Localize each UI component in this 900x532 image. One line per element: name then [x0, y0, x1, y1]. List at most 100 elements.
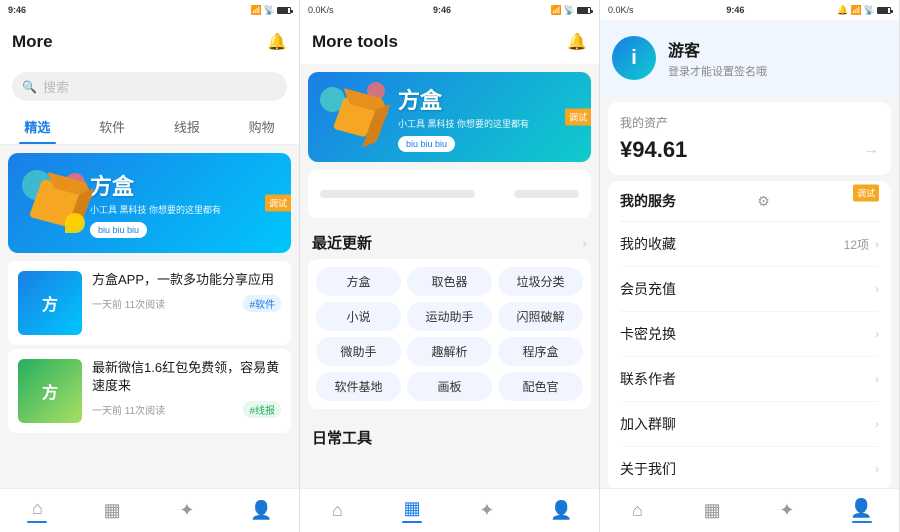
chevron-icon-exchange: ›	[875, 327, 879, 341]
daily-tools-title: 日常工具	[312, 427, 372, 448]
banner-text-1: 方盒 小工具 黑科技 你想要的这里都有 biu biu biu	[90, 169, 279, 238]
nav-home-3[interactable]: ⌂	[600, 489, 675, 532]
tools-icon-2: ✦	[479, 500, 494, 521]
article-tag-2: #线报	[243, 401, 281, 418]
tag-item-lajifenlei[interactable]: 垃圾分类	[498, 267, 583, 296]
profile-icon-1: 👤	[250, 500, 272, 521]
gear-icon[interactable]: ⚙	[757, 193, 770, 210]
bottom-nav-2: ⌂ ▦ ✦ 👤	[300, 488, 599, 532]
search-icon-1: 🔍	[22, 80, 37, 94]
panel1-content: 方盒 小工具 黑科技 你想要的这里都有 biu biu biu 调试 方 方盒A…	[0, 145, 299, 488]
article-thumb-2: 方	[18, 359, 82, 423]
assets-arrow[interactable]: →	[863, 141, 879, 159]
service-right-favorites: 12项 ›	[844, 236, 879, 253]
assets-card[interactable]: 我的资产 ¥94.61 →	[608, 102, 891, 175]
article-meta-1: 一天前 11次阅读 #软件	[92, 295, 281, 312]
banner-btn-1[interactable]: biu biu biu	[90, 222, 147, 238]
nav-home-1[interactable]: ⌂	[0, 489, 75, 532]
tag-item-fanghe[interactable]: 方盒	[316, 267, 401, 296]
banner-subtitle-1: 小工具 黑科技 你想要的这里都有	[90, 203, 279, 216]
search-bar-1: 🔍 搜索	[0, 64, 299, 109]
article-item-2[interactable]: 方 最新微信1.6红包免费领，容易黄速度来 一天前 11次阅读 #线报	[8, 349, 291, 433]
nav-profile-2[interactable]: 👤	[524, 489, 599, 532]
status-icons-2: 📶 📡	[551, 5, 591, 16]
service-row-exchange[interactable]: 卡密兑换 ›	[620, 312, 879, 357]
status-bar-1: 9:46 📶 📡	[0, 0, 299, 20]
tools-icon-1: ✦	[179, 500, 194, 521]
network-speed-2: 0.0K/s	[308, 5, 334, 15]
status-icons-3: 🔔 📶 📡	[837, 5, 891, 16]
tab-deals[interactable]: 线报	[150, 109, 225, 144]
search-input-wrap-1[interactable]: 🔍 搜索	[12, 72, 287, 101]
bell-icon-3: 🔔	[837, 5, 848, 16]
tab-software[interactable]: 软件	[75, 109, 150, 144]
article-title-2: 最新微信1.6红包免费领，容易黄速度来	[92, 359, 281, 395]
debug-badge-2[interactable]: 调试	[565, 109, 591, 126]
nav-home-2[interactable]: ⌂	[300, 489, 375, 532]
tag-item-peiseguan[interactable]: 配色官	[498, 372, 583, 401]
service-row-about[interactable]: 关于我们 ›	[620, 447, 879, 488]
battery-icon-1	[277, 7, 291, 14]
recent-update-title: 最近更新	[312, 232, 372, 253]
service-row-vip[interactable]: 会员充值 ›	[620, 267, 879, 312]
avatar: i	[612, 36, 656, 80]
banner-text-2: 方盒 小工具 黑科技 你想要的这里都有 biu biu biu	[398, 83, 579, 152]
article-title-1: 方盒APP，一款多功能分享应用	[92, 271, 281, 289]
status-left-3: 0.0K/s	[608, 5, 634, 15]
notification-bell-2[interactable]: 🔔	[567, 32, 587, 52]
tag-item-weizhu[interactable]: 微助手	[316, 337, 401, 366]
article-meta-2: 一天前 11次阅读 #线报	[92, 401, 281, 418]
tag-item-huaban[interactable]: 画板	[407, 372, 492, 401]
bottom-nav-3: ⌂ ▦ ✦ 👤	[600, 488, 899, 532]
debug-badge-3[interactable]: 调试	[853, 184, 879, 201]
nav-profile-1[interactable]: 👤	[224, 489, 299, 532]
page-title-2: More tools	[312, 32, 398, 52]
service-row-contact[interactable]: 联系作者 ›	[620, 357, 879, 402]
service-row-favorites[interactable]: 我的收藏 12项 ›	[620, 222, 879, 267]
header-2: More tools 🔔	[300, 20, 599, 64]
wifi-icon-2: 📡	[564, 5, 575, 16]
nav-grid-3[interactable]: ▦	[675, 489, 750, 532]
signal-icon-2: 📶	[551, 5, 562, 16]
tag-item-xiaoshuo[interactable]: 小说	[316, 302, 401, 331]
service-card-header: 我的服务 ⚙ 调试	[620, 181, 879, 222]
service-label-vip: 会员充值	[620, 279, 676, 299]
nav-tools-3[interactable]: ✦	[750, 489, 825, 532]
profile-subtitle: 登录才能设置签名哦	[668, 63, 887, 79]
nav-profile-3[interactable]: 👤	[824, 489, 899, 532]
nav-tools-1[interactable]: ✦	[150, 489, 225, 532]
nav-grid-2[interactable]: ▦	[375, 489, 450, 532]
profile-header: i 游客 登录才能设置签名哦	[600, 20, 899, 96]
article-item-1[interactable]: 方 方盒APP，一款多功能分享应用 一天前 11次阅读 #软件	[8, 261, 291, 345]
nav-grid-1[interactable]: ▦	[75, 489, 150, 532]
panel-more-tools: 0.0K/s 9:46 📶 📡 More tools 🔔 方盒 小工具 黑科技 …	[300, 0, 600, 532]
search-placeholder-1: 搜索	[43, 77, 69, 96]
tag-item-shanzhaopojie[interactable]: 闪照破解	[498, 302, 583, 331]
article-time-2: 一天前 11次阅读	[92, 402, 165, 417]
tag-item-quse[interactable]: 取色器	[407, 267, 492, 296]
signal-icon-1: 📶	[251, 5, 262, 16]
service-label-group: 加入群聊	[620, 414, 676, 434]
home-icon-2: ⌂	[332, 500, 343, 521]
tools-icon-3: ✦	[779, 500, 794, 521]
debug-badge-1[interactable]: 调试	[265, 195, 291, 212]
tag-item-ruanjianjidi[interactable]: 软件基地	[316, 372, 401, 401]
recent-update-grid: 方盒 取色器 垃圾分类 小说 运动助手 闪照破解 微助手 趣解析 程序盒 软件基…	[308, 259, 591, 409]
placeholder-row-1	[308, 170, 591, 218]
banner-btn-2[interactable]: biu biu biu	[398, 136, 455, 152]
time-3: 9:46	[726, 5, 744, 15]
notification-bell-1[interactable]: 🔔	[267, 32, 287, 52]
tag-item-qujiexi[interactable]: 趣解析	[407, 337, 492, 366]
bottom-nav-1: ⌂ ▦ ✦ 👤	[0, 488, 299, 532]
tag-item-yundong[interactable]: 运动助手	[407, 302, 492, 331]
nav-tools-2[interactable]: ✦	[450, 489, 525, 532]
tag-item-chengxuhe[interactable]: 程序盒	[498, 337, 583, 366]
time-2: 9:46	[433, 5, 451, 15]
tab-shopping[interactable]: 购物	[224, 109, 299, 144]
tab-featured[interactable]: 精选	[0, 109, 75, 144]
home-icon-3: ⌂	[632, 500, 643, 521]
service-row-group[interactable]: 加入群聊 ›	[620, 402, 879, 447]
grid-icon-1: ▦	[104, 500, 121, 521]
service-label-contact: 联系作者	[620, 369, 676, 389]
panel-more: 9:46 📶 📡 More 🔔 🔍 搜索 精选 软件 线报 购物	[0, 0, 300, 532]
